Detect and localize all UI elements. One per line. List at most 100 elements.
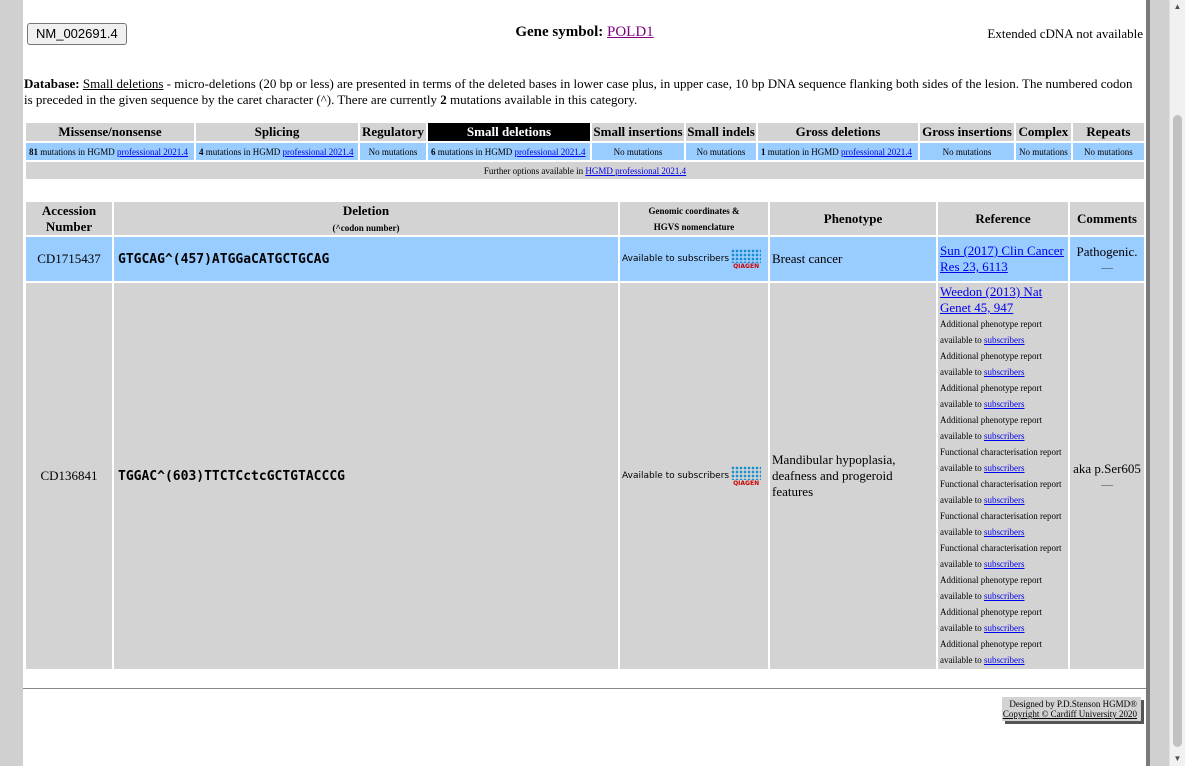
- header-sublabel: (^codon number): [332, 222, 400, 233]
- mutation-table: Accession Number Deletion (^codon number)…: [24, 200, 1146, 671]
- qiagen-logo-text: QIAGEN: [733, 479, 760, 487]
- availability-text: Available to subscribers: [622, 254, 730, 264]
- tab-regulatory[interactable]: Regulatory: [360, 123, 426, 141]
- database-name-link[interactable]: Small deletions: [83, 76, 164, 91]
- complex-count-cell: No mutations: [1016, 143, 1071, 160]
- subscribers-link[interactable]: subscribers: [984, 431, 1025, 441]
- reference-link[interactable]: Weedon (2013) Nat Genet 45, 947: [940, 284, 1042, 315]
- vertical-scrollbar[interactable]: ▲ ▼: [1169, 0, 1185, 766]
- subscribers-link[interactable]: subscribers: [984, 655, 1025, 665]
- report-item: Functional characterisation report avail…: [940, 476, 1066, 508]
- tab-gross-deletions[interactable]: Gross deletions: [758, 123, 918, 141]
- header-label: Genomic coordinates &: [648, 205, 740, 216]
- header-label: Deletion: [342, 202, 390, 218]
- column-header-comments: Comments: [1070, 202, 1144, 235]
- splicing-count-cell: 4 mutations in HGMD professional 2021.4: [196, 143, 358, 160]
- page-content: NM_002691.4 Gene symbol: POLD1 Extended …: [23, 0, 1146, 766]
- professional-link[interactable]: professional 2021.4: [841, 147, 912, 157]
- sequence-cell: GTGCAG^(457)ATGGaCATGCTGCAG: [114, 237, 618, 281]
- reference-cell: Weedon (2013) Nat Genet 45, 947 Addition…: [938, 283, 1068, 669]
- report-item: Functional characterisation report avail…: [940, 508, 1066, 540]
- comment-more[interactable]: ......: [1072, 477, 1142, 491]
- count-value: 81: [29, 146, 38, 157]
- comment-text: aka p.Ser605: [1073, 461, 1141, 476]
- tab-small-insertions[interactable]: Small insertions: [592, 123, 684, 141]
- subscribers-link[interactable]: subscribers: [984, 559, 1025, 569]
- gene-symbol-link[interactable]: POLD1: [607, 24, 654, 40]
- report-item: Additional phenotype report available to…: [940, 316, 1066, 348]
- professional-link[interactable]: professional 2021.4: [283, 147, 354, 157]
- further-options-link[interactable]: HGMD professional 2021.4: [585, 166, 686, 176]
- page-title: Gene symbol: POLD1: [23, 24, 1146, 41]
- qiagen-logo-text: QIAGEN: [733, 262, 760, 270]
- copyright-link[interactable]: Copyright © Cardiff University 2020: [1003, 709, 1137, 719]
- report-item: Additional phenotype report available to…: [940, 636, 1066, 668]
- report-item: Additional phenotype report available to…: [940, 380, 1066, 412]
- column-header-phenotype: Phenotype: [770, 202, 936, 235]
- tab-missense[interactable]: Missense/nonsense: [26, 123, 194, 141]
- table-row: CD136841 TGGAC^(603)TTCTCctcGCTGTACCCG A…: [26, 283, 1144, 669]
- header-label: Accession Number: [41, 202, 97, 234]
- sequence-cell: TGGAC^(603)TTCTCctcGCTGTACCCG: [114, 283, 618, 669]
- page-shadow: [1146, 0, 1150, 766]
- tab-complex[interactable]: Complex: [1016, 123, 1071, 141]
- report-item: Functional characterisation report avail…: [940, 540, 1066, 572]
- subscribers-link[interactable]: subscribers: [984, 527, 1025, 537]
- subscribers-link[interactable]: subscribers: [984, 495, 1025, 505]
- footer-credits: Designed by P.D.Stenson HGMD® Copyright …: [1002, 697, 1141, 721]
- subscribers-link[interactable]: subscribers: [984, 463, 1025, 473]
- subscribers-link[interactable]: subscribers: [984, 591, 1025, 601]
- designer-credit: Designed by P.D.Stenson HGMD®: [1009, 699, 1137, 709]
- subscribers-link[interactable]: subscribers: [984, 399, 1025, 409]
- comment-more[interactable]: ......: [1072, 260, 1142, 274]
- table-row: CD1715437 GTGCAG^(457)ATGGaCATGCTGCAG Av…: [26, 237, 1144, 281]
- scroll-down-arrow-icon[interactable]: ▼: [1170, 752, 1185, 766]
- database-label: Database:: [24, 76, 80, 91]
- comments-cell: Pathogenic. ......: [1070, 237, 1144, 281]
- report-item: Functional characterisation report avail…: [940, 444, 1066, 476]
- professional-link[interactable]: professional 2021.4: [515, 147, 586, 157]
- availability-notice: Available to subscribers QIAGEN: [622, 248, 766, 270]
- small-deletions-count-cell: 6 mutations in HGMD professional 2021.4: [428, 143, 590, 160]
- tab-repeats[interactable]: Repeats: [1072, 123, 1144, 141]
- tab-gross-insertions[interactable]: Gross insertions: [920, 123, 1014, 141]
- category-table: Missense/nonsense Splicing Regulatory Sm…: [24, 121, 1146, 181]
- regulatory-count-cell: No mutations: [360, 143, 426, 160]
- reference-link[interactable]: Sun (2017) Clin Cancer Res 23, 6113: [940, 243, 1064, 274]
- professional-link[interactable]: professional 2021.4: [117, 147, 188, 157]
- comment-text: Pathogenic.: [1076, 244, 1138, 259]
- accession-cell: CD136841: [26, 283, 112, 669]
- small-indels-count-cell: No mutations: [686, 143, 756, 160]
- column-header-deletion: Deletion (^codon number): [114, 202, 618, 235]
- subscribers-link[interactable]: subscribers: [984, 335, 1025, 345]
- phenotype-cell: Mandibular hypoplasia, deafness and prog…: [770, 283, 936, 669]
- report-item: Additional phenotype report available to…: [940, 412, 1066, 444]
- tab-small-indels[interactable]: Small indels: [686, 123, 756, 141]
- subscribers-link[interactable]: subscribers: [984, 367, 1025, 377]
- accession-cell: CD1715437: [26, 237, 112, 281]
- scroll-up-arrow-icon[interactable]: ▲: [1170, 0, 1185, 14]
- mutation-header-row: Accession Number Deletion (^codon number)…: [26, 202, 1144, 235]
- small-insertions-count-cell: No mutations: [592, 143, 684, 160]
- subscribers-link[interactable]: subscribers: [984, 623, 1025, 633]
- tab-small-deletions[interactable]: Small deletions: [428, 123, 590, 141]
- report-item: Additional phenotype report available to…: [940, 572, 1066, 604]
- database-description: Database: Small deletions - micro-deleti…: [24, 76, 1139, 108]
- missense-count-cell: 81 mutations in HGMD professional 2021.4: [26, 143, 194, 160]
- genomic-cell: Available to subscribers QIAGEN: [620, 283, 768, 669]
- category-count-row: 81 mutations in HGMD professional 2021.4…: [26, 143, 1144, 160]
- tab-splicing[interactable]: Splicing: [196, 123, 358, 141]
- report-item: Additional phenotype report available to…: [940, 348, 1066, 380]
- availability-text: Available to subscribers: [622, 471, 730, 481]
- count-text: mutation in HGMD: [765, 146, 841, 157]
- further-options-cell: Further options available in HGMD profes…: [26, 162, 1144, 179]
- footer-divider: [23, 688, 1146, 689]
- scrollbar-thumb[interactable]: [1173, 115, 1182, 747]
- column-header-accession: Accession Number: [26, 202, 112, 235]
- gene-symbol-label: Gene symbol:: [515, 24, 604, 40]
- column-header-reference: Reference: [938, 202, 1068, 235]
- comments-cell: aka p.Ser605 ......: [1070, 283, 1144, 669]
- category-header-row: Missense/nonsense Splicing Regulatory Sm…: [26, 123, 1144, 141]
- availability-notice: Available to subscribers QIAGEN: [622, 465, 766, 487]
- qiagen-logo-icon: QIAGEN: [731, 465, 762, 487]
